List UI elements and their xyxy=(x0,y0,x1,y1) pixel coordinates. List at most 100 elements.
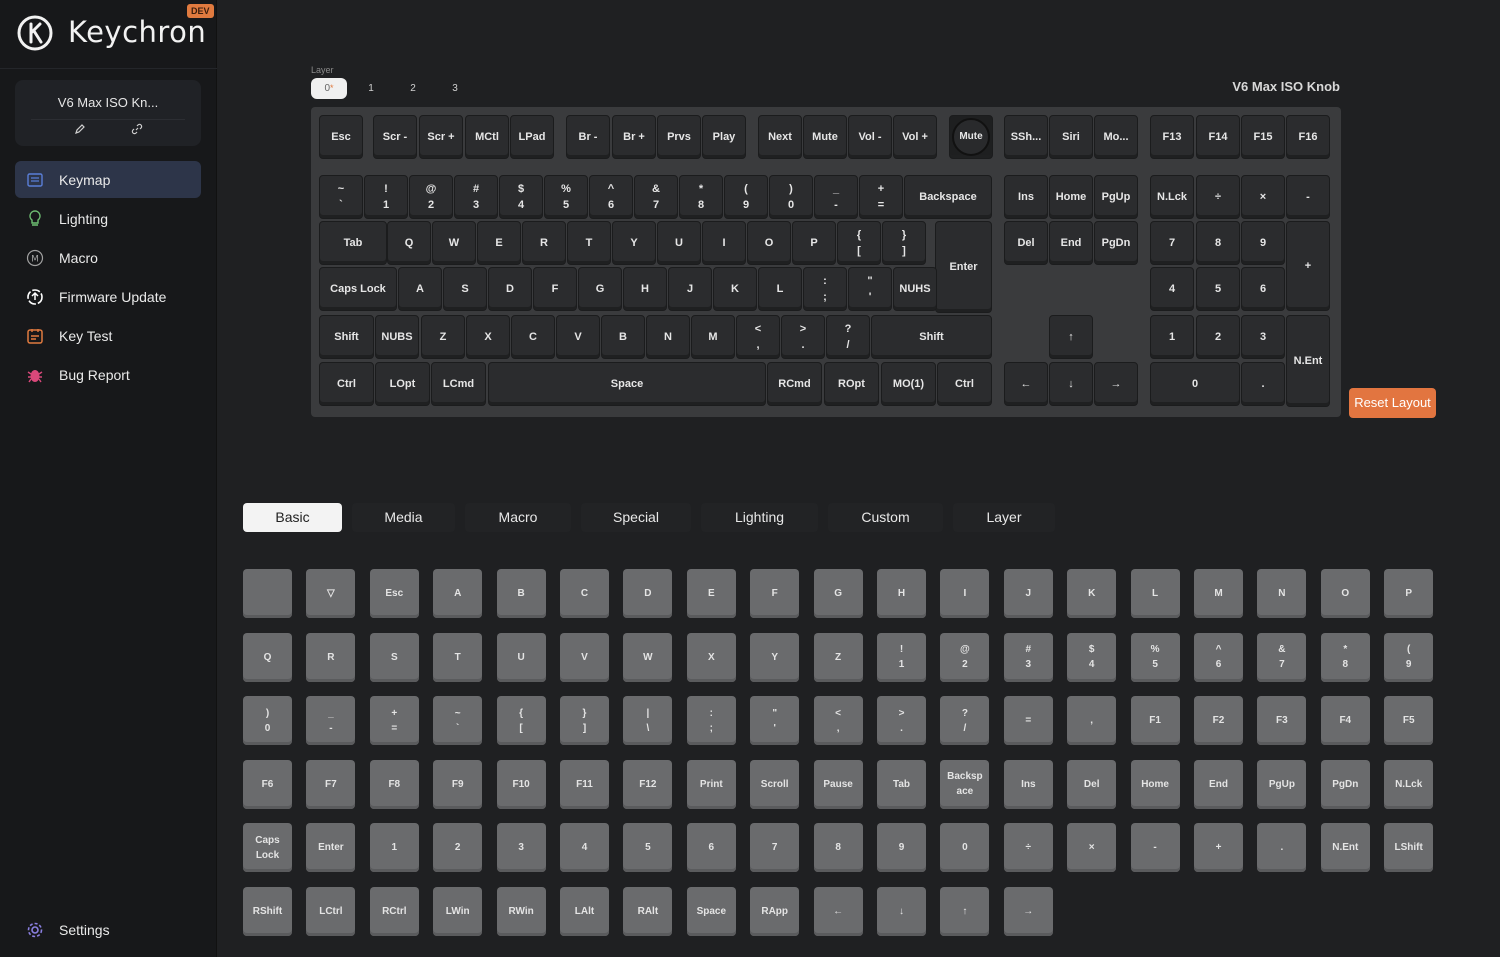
keycode-6[interactable]: 6 xyxy=(686,823,736,872)
key-g[interactable]: G xyxy=(578,267,622,311)
keycode-end[interactable]: End xyxy=(1194,759,1243,809)
key-play[interactable]: Play xyxy=(702,115,746,159)
key-d[interactable]: D xyxy=(488,267,532,311)
key-sym[interactable]: ? / xyxy=(826,315,870,359)
keycode-sym[interactable]: ▽ xyxy=(306,569,356,618)
key-sym[interactable]: >. xyxy=(781,315,825,359)
key-w[interactable]: W xyxy=(432,221,476,265)
key-sym[interactable]: }] xyxy=(882,221,926,265)
key-j[interactable]: J xyxy=(668,267,712,311)
key-sym[interactable]: ↓ xyxy=(1049,362,1093,406)
key-ctrl[interactable]: Ctrl xyxy=(937,362,992,406)
keycode-8[interactable]: 8 xyxy=(813,823,863,872)
key-siri[interactable]: Siri xyxy=(1049,115,1093,159)
keycode-g[interactable]: G xyxy=(813,569,863,618)
keycode-4[interactable]: 4 xyxy=(560,823,609,872)
keycode-scroll[interactable]: Scroll xyxy=(750,759,800,809)
keycode-7[interactable]: 7 xyxy=(750,823,800,872)
key-nlck[interactable]: N.Lck xyxy=(1150,175,1194,219)
keycode-sym[interactable]: <, xyxy=(813,696,863,745)
keycode-rshift[interactable]: RShift xyxy=(243,886,292,936)
sidebar-item-key-test[interactable]: Key Test xyxy=(15,317,201,354)
keycode-n[interactable]: N xyxy=(1257,569,1307,618)
key-ins[interactable]: Ins xyxy=(1004,175,1048,219)
keycode-f[interactable]: F xyxy=(750,569,800,618)
key-br[interactable]: Br - xyxy=(566,115,610,159)
keycode-3[interactable]: #3 xyxy=(1003,632,1053,682)
key-nent[interactable]: N.Ent xyxy=(1286,315,1330,407)
key-f14[interactable]: F14 xyxy=(1196,115,1240,159)
keycode-v[interactable]: V xyxy=(560,632,609,682)
keycode-e[interactable]: E xyxy=(686,569,736,618)
key-lpad[interactable]: LPad xyxy=(510,115,554,159)
keycode-o[interactable]: O xyxy=(1320,569,1370,618)
sidebar-item-lighting[interactable]: Lighting xyxy=(15,200,201,237)
tab-special[interactable]: Special xyxy=(581,503,691,532)
keycode-f1[interactable]: F1 xyxy=(1130,696,1180,745)
key-a[interactable]: A xyxy=(398,267,442,311)
keycode-3[interactable]: 3 xyxy=(496,823,546,872)
key-p[interactable]: P xyxy=(792,221,836,265)
key-sym[interactable]: (9 xyxy=(724,175,768,219)
key-f16[interactable]: F16 xyxy=(1286,115,1330,159)
key-sym[interactable]: {[ xyxy=(837,221,881,265)
key-sym[interactable]: ↑ xyxy=(1049,315,1093,359)
pencil-icon[interactable] xyxy=(73,123,87,137)
key-tab[interactable]: Tab xyxy=(319,221,387,265)
key-sym[interactable]: $4 xyxy=(499,175,543,219)
keycode-f2[interactable]: F2 xyxy=(1194,696,1243,745)
layer-tab-0[interactable]: 0* xyxy=(311,78,347,99)
keycode-u[interactable]: U xyxy=(496,632,546,682)
keycode-nlck[interactable]: N.Lck xyxy=(1384,759,1434,809)
keycode-f4[interactable]: F4 xyxy=(1320,696,1370,745)
key-pgdn[interactable]: PgDn xyxy=(1094,221,1138,265)
keycode-8[interactable]: * 8 xyxy=(1320,632,1370,682)
key-ctrl[interactable]: Ctrl xyxy=(319,362,374,406)
key-sym[interactable]: % 5 xyxy=(544,175,588,219)
keycode-rapp[interactable]: RApp xyxy=(750,886,800,936)
reset-layout-button[interactable]: Reset Layout xyxy=(1349,388,1436,418)
key-prvs[interactable]: Prvs xyxy=(657,115,701,159)
key-m[interactable]: M xyxy=(691,315,735,359)
key-sym[interactable]: → xyxy=(1094,362,1138,406)
keycode-m[interactable]: M xyxy=(1194,569,1243,618)
keycode-capslock[interactable]: Caps Lock xyxy=(243,823,292,872)
keycode-f12[interactable]: F12 xyxy=(623,759,673,809)
sidebar-item-bug-report[interactable]: Bug Report xyxy=(15,356,201,393)
key-sym[interactable]: ~ ` xyxy=(319,175,363,219)
keycode-pgup[interactable]: PgUp xyxy=(1257,759,1307,809)
keycode-r[interactable]: R xyxy=(306,632,356,682)
keycode-b[interactable]: B xyxy=(496,569,546,618)
key-sym[interactable]: × xyxy=(1241,175,1285,219)
keycode-sym[interactable]: _ - xyxy=(306,696,356,745)
key-lopt[interactable]: LOpt xyxy=(375,362,430,406)
keycode-s[interactable]: S xyxy=(369,632,419,682)
key-sym[interactable]: " ' xyxy=(848,267,892,311)
keycode-pause[interactable]: Pause xyxy=(813,759,863,809)
keycode-y[interactable]: Y xyxy=(750,632,800,682)
keycode-sym[interactable]: × xyxy=(1067,823,1117,872)
keycode-lwin[interactable]: LWin xyxy=(433,886,483,936)
keycode-5[interactable]: 5 xyxy=(623,823,673,872)
keycode-2[interactable]: 2 xyxy=(433,823,483,872)
layer-tab-1[interactable]: 1 xyxy=(353,78,389,99)
key-l[interactable]: L xyxy=(758,267,802,311)
keycode-2[interactable]: @2 xyxy=(940,632,990,682)
keycode-del[interactable]: Del xyxy=(1067,759,1117,809)
keycode-tab[interactable]: Tab xyxy=(877,759,926,809)
keycode-sym[interactable]: - xyxy=(1130,823,1180,872)
key-9[interactable]: 9 xyxy=(1241,221,1285,265)
keycode-enter[interactable]: Enter xyxy=(306,823,356,872)
keycode-f10[interactable]: F10 xyxy=(496,759,546,809)
keycode-sym[interactable]: | \ xyxy=(623,696,673,745)
keycode-sym[interactable]: }] xyxy=(560,696,609,745)
key-x[interactable]: X xyxy=(466,315,510,359)
keycode-sym[interactable]: ÷ xyxy=(1003,823,1053,872)
key-space[interactable]: Space xyxy=(488,362,766,406)
keycode-t[interactable]: T xyxy=(433,632,483,682)
key-4[interactable]: 4 xyxy=(1150,267,1194,311)
key-home[interactable]: Home xyxy=(1049,175,1093,219)
keycode-lalt[interactable]: LAlt xyxy=(560,886,609,936)
keycode-1[interactable]: ! 1 xyxy=(877,632,926,682)
keycode-f8[interactable]: F8 xyxy=(369,759,419,809)
